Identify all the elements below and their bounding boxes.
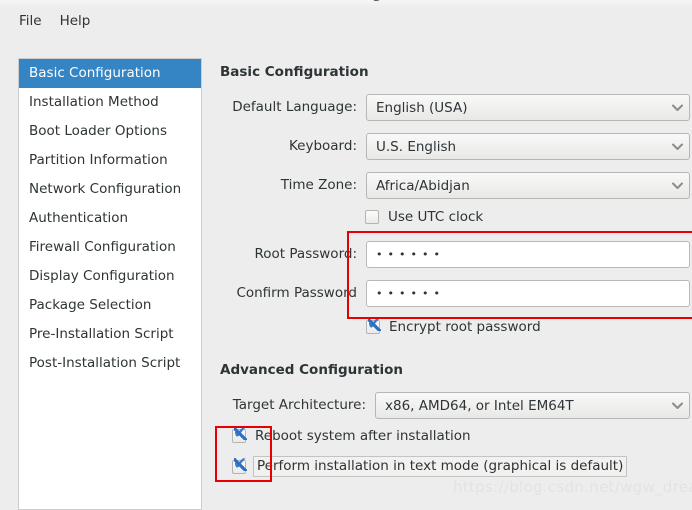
sidebar-item-installation-method[interactable]: Installation Method: [19, 88, 201, 117]
sidebar-item-display-configuration[interactable]: Display Configuration: [19, 262, 201, 291]
encrypt-root-password-label: Encrypt root password: [389, 319, 541, 335]
checkmark-icon: ✔: [367, 314, 382, 334]
default-language-label: Default Language:: [232, 99, 357, 115]
encrypt-root-password-checkbox-row[interactable]: ✔ Encrypt root password: [366, 316, 541, 335]
time-zone-label: Time Zone:: [280, 177, 357, 193]
sidebar-item-post-installation-script[interactable]: Post-Installation Script: [19, 349, 201, 378]
advanced-configuration-heading: Advanced Configuration: [220, 362, 403, 378]
root-password-value: ••••••: [376, 248, 445, 261]
sidebar-item-pre-installation-script[interactable]: Pre-Installation Script: [19, 320, 201, 349]
use-utc-clock-label: Use UTC clock: [388, 209, 484, 225]
keyboard-value: U.S. English: [376, 138, 457, 155]
chevron-down-icon: [665, 104, 689, 112]
sidebar-item-package-selection[interactable]: Package Selection: [19, 291, 201, 320]
checkbox-unchecked-icon[interactable]: [365, 210, 379, 224]
sidebar-item-boot-loader-options[interactable]: Boot Loader Options: [19, 117, 201, 146]
checkmark-icon: ✔: [233, 453, 248, 474]
sidebar-item-basic-configuration[interactable]: Basic Configuration: [19, 59, 201, 88]
checkbox-checked-icon[interactable]: ✔: [366, 316, 381, 334]
checkbox-checked-icon[interactable]: ✔: [232, 425, 247, 443]
confirm-password-value: ••••••: [376, 287, 445, 300]
menu-item-file[interactable]: File: [10, 12, 51, 32]
watermark: https://blog.csdn.net/wgw_dream: [453, 478, 692, 496]
text-mode-checkbox-row[interactable]: ✔ Perform installation in text mode (gra…: [232, 455, 628, 477]
main-content: Basic Configuration Installation Method …: [0, 37, 692, 510]
default-language-combobox[interactable]: English (USA): [366, 94, 690, 121]
target-architecture-value: x86, AMD64, or Intel EM64T: [385, 397, 574, 414]
time-zone-value: Africa/Abidjan: [376, 177, 470, 194]
sidebar-item-network-configuration[interactable]: Network Configuration: [19, 175, 201, 204]
keyboard-combobox[interactable]: U.S. English: [366, 133, 690, 160]
keyboard-label: Keyboard:: [288, 138, 357, 154]
menu-item-help[interactable]: Help: [51, 12, 100, 32]
section-list[interactable]: Basic Configuration Installation Method …: [18, 58, 202, 510]
target-architecture-combobox[interactable]: x86, AMD64, or Intel EM64T: [375, 392, 690, 419]
root-password-label: Root Password:: [254, 246, 357, 262]
chevron-down-icon: [665, 402, 689, 410]
checkmark-icon: ✔: [233, 423, 248, 443]
confirm-password-label: Confirm Password: [236, 285, 357, 301]
use-utc-clock-checkbox-row[interactable]: Use UTC clock: [365, 209, 483, 225]
root-password-input[interactable]: ••••••: [366, 241, 690, 268]
chevron-down-icon: [665, 143, 689, 151]
confirm-password-input[interactable]: ••••••: [366, 280, 690, 307]
reboot-system-checkbox-row[interactable]: ✔ Reboot system after installation: [232, 425, 471, 444]
text-mode-label: Perform installation in text mode (graph…: [253, 456, 628, 477]
sidebar-item-firewall-configuration[interactable]: Firewall Configuration: [19, 233, 201, 262]
reboot-system-label: Reboot system after installation: [255, 428, 471, 444]
checkbox-checked-icon[interactable]: ✔: [232, 455, 247, 474]
window-titlebar: Kickstart Configurator: [0, 0, 692, 7]
basic-configuration-heading: Basic Configuration: [220, 64, 369, 80]
sidebar-item-partition-information[interactable]: Partition Information: [19, 146, 201, 175]
settings-pane: Basic Configuration Default Language: En…: [218, 37, 692, 506]
chevron-down-icon: [665, 182, 689, 190]
default-language-value: English (USA): [376, 99, 468, 116]
sidebar-item-authentication[interactable]: Authentication: [19, 204, 201, 233]
target-architecture-label: Target Architecture:: [232, 397, 366, 413]
window-title: Kickstart Configurator: [0, 0, 692, 2]
time-zone-combobox[interactable]: Africa/Abidjan: [366, 172, 690, 199]
menu-bar: File Help: [0, 7, 692, 37]
